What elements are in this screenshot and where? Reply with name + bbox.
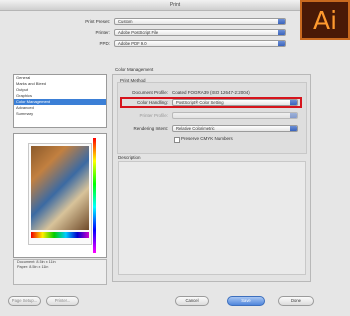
illustrator-logo-text: Ai	[312, 6, 338, 35]
color-handling-value: PostScript® Color Setting	[176, 100, 224, 105]
color-bar	[93, 138, 96, 253]
print-preset-label: Print Preset:	[85, 19, 110, 24]
color-ramp	[31, 232, 89, 238]
preserve-cmyk-checkbox[interactable]	[174, 137, 180, 143]
preview-artwork	[31, 146, 89, 230]
printer-value: Adobe PostScript File	[118, 30, 159, 35]
illustrator-logo: Ai	[300, 0, 350, 40]
ppd-select[interactable]: Adobe PDF 9.0	[114, 40, 286, 47]
page-setup-button[interactable]: Page Setup...	[8, 296, 41, 306]
chevron-down-icon	[290, 126, 297, 131]
print-method-title: Print Method	[120, 78, 146, 83]
rendering-intent-value: Relative Colorimetric	[176, 126, 215, 131]
printer-profile-select[interactable]	[172, 112, 298, 119]
printer-select[interactable]: Adobe PostScript File	[114, 29, 286, 36]
printer-label: Printer:	[95, 30, 110, 35]
sidebar-item-summary[interactable]: Summary	[14, 111, 106, 117]
ppd-label: PPD:	[99, 41, 110, 46]
chevron-down-icon	[278, 41, 285, 46]
print-dialog: Print Ai Print Preset: Custom Printer: A…	[0, 0, 350, 316]
save-button[interactable]: Save	[227, 296, 265, 306]
printer-profile-label: Printer Profile:	[139, 113, 168, 118]
print-preview[interactable]	[13, 133, 107, 258]
description-box	[118, 161, 306, 275]
chevron-down-icon	[278, 19, 285, 24]
document-profile-label: Document Profile:	[132, 90, 168, 95]
rendering-intent-label: Rendering Intent:	[133, 126, 168, 131]
preview-info: Document: 8.5in x 11in Paper: 8.5in x 11…	[13, 259, 107, 285]
color-handling-label: Color Handling:	[136, 100, 168, 105]
rendering-intent-select[interactable]: Relative Colorimetric	[172, 125, 298, 132]
category-list: General Marks and Bleed Output Graphics …	[13, 74, 107, 128]
preview-page	[28, 143, 92, 245]
print-preset-select[interactable]: Custom	[114, 18, 286, 25]
window-title: Print	[0, 0, 350, 11]
print-preset-value: Custom	[118, 19, 133, 24]
chevron-down-icon	[290, 113, 297, 118]
done-button[interactable]: Done	[278, 296, 314, 306]
printer-button[interactable]: Printer...	[46, 296, 79, 306]
chevron-down-icon	[278, 30, 285, 35]
chevron-down-icon	[290, 100, 297, 105]
document-profile-value: Coated FOGRA39 (ISO 12647-2:2004)	[172, 90, 250, 95]
preserve-cmyk-label: Preserve CMYK Numbers	[181, 136, 233, 141]
ppd-value: Adobe PDF 9.0	[118, 41, 147, 46]
color-handling-select[interactable]: PostScript® Color Setting	[172, 99, 298, 106]
cancel-button[interactable]: Cancel	[175, 296, 209, 306]
section-title: Color Management	[115, 67, 154, 72]
paper-size: Paper: 8.5in x 11in	[17, 265, 49, 269]
